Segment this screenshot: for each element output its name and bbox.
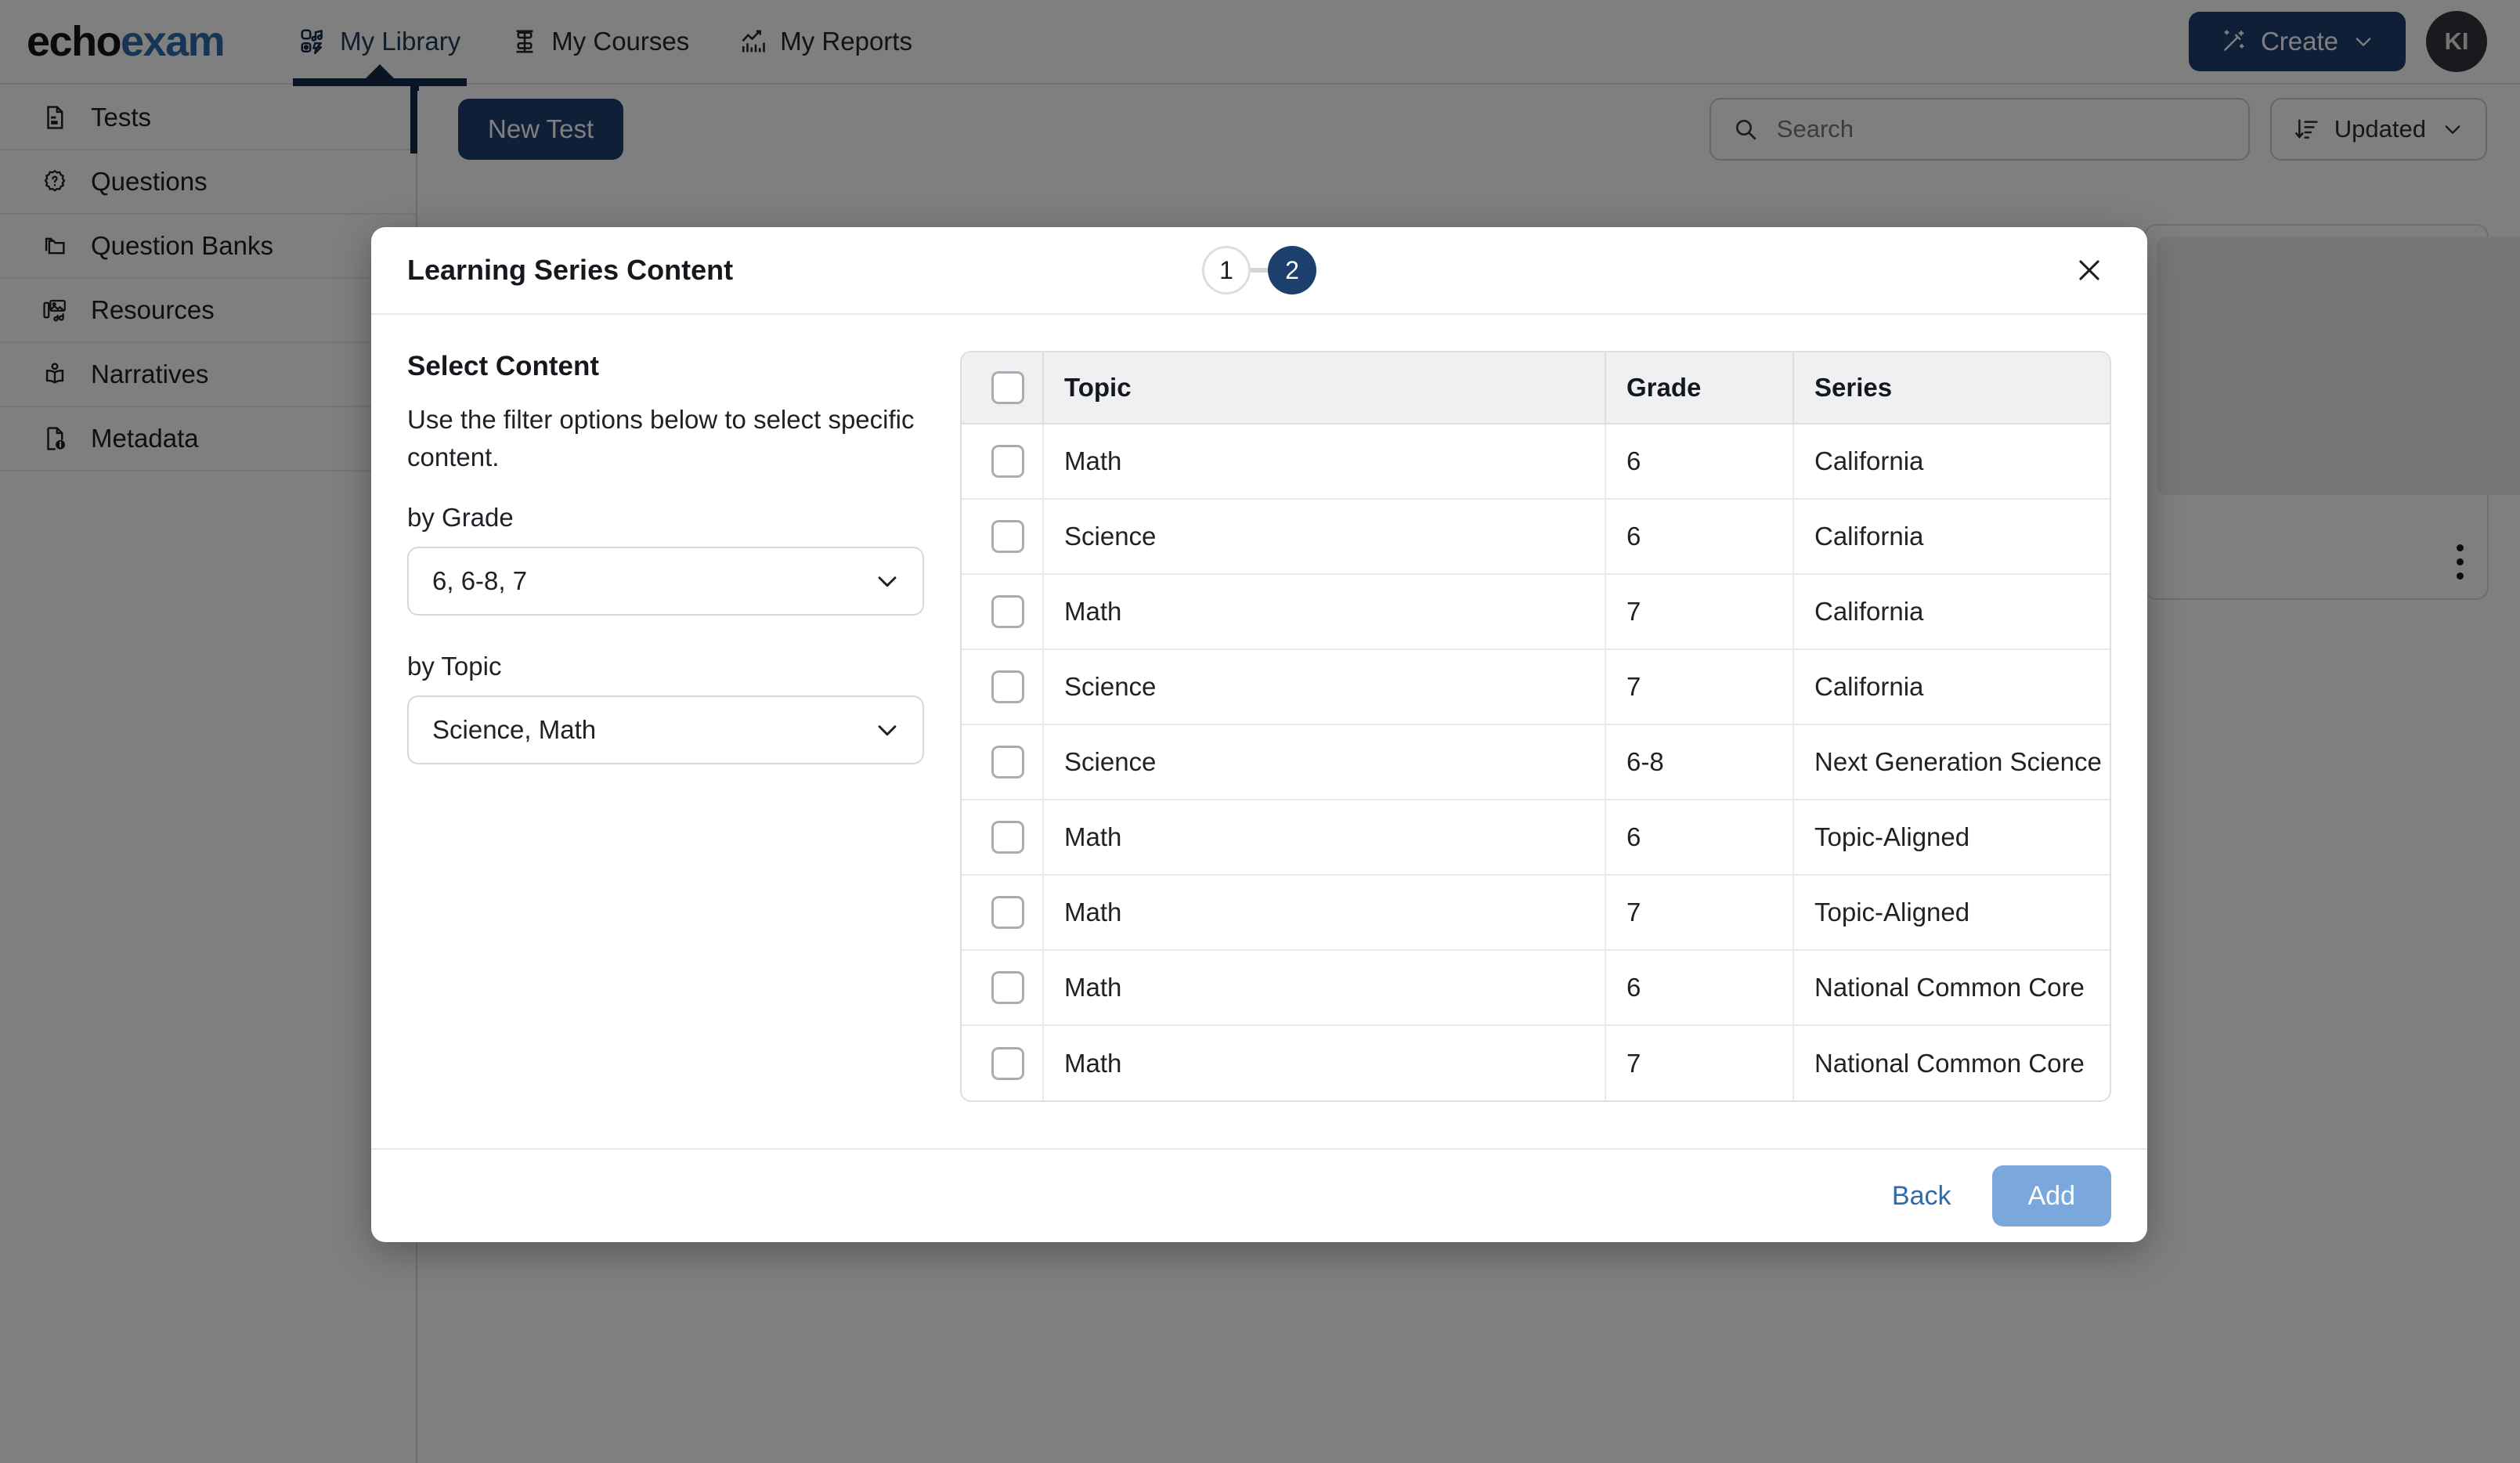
content-table-element: Topic Grade Series Math 6 California Scienc… [962, 352, 2110, 1100]
row-select-cell [962, 649, 1043, 725]
row-checkbox[interactable] [991, 971, 1024, 1004]
cell-series: California [1793, 424, 2110, 500]
cell-topic: Math [1042, 950, 1605, 1026]
row-select-cell [962, 800, 1043, 876]
column-header-topic[interactable]: Topic [1042, 352, 1605, 424]
column-header-series[interactable]: Series [1793, 352, 2110, 424]
cell-series: California [1793, 649, 2110, 725]
topic-filter-label: by Topic [407, 651, 502, 681]
row-select-cell [962, 875, 1043, 951]
cell-series: Topic-Aligned [1793, 800, 2110, 876]
grade-filter-select[interactable]: 6, 6-8, 7 [407, 546, 924, 616]
dialog-header: Learning Series Content 1 2 [371, 227, 2147, 315]
cell-topic: Science [1042, 724, 1605, 800]
cell-topic: Math [1042, 800, 1605, 876]
table-row[interactable]: Science 6-8 Next Generation Science [962, 724, 2110, 800]
cell-topic: Math [1042, 875, 1605, 951]
back-button[interactable]: Back [1878, 1170, 1966, 1223]
cell-grade: 6 [1605, 950, 1793, 1026]
cell-grade: 7 [1605, 574, 1793, 650]
cell-topic: Science [1042, 649, 1605, 725]
step-number: 1 [1219, 255, 1233, 284]
cell-series: California [1793, 574, 2110, 650]
row-checkbox[interactable] [991, 445, 1024, 478]
cell-series: Topic-Aligned [1793, 875, 2110, 951]
row-select-cell [962, 499, 1043, 575]
table-head: Topic Grade Series [962, 352, 2110, 424]
cell-grade: 7 [1605, 1025, 1793, 1100]
cell-topic: Math [1042, 574, 1605, 650]
table-row[interactable]: Math 6 National Common Core [962, 950, 2110, 1026]
table-row[interactable]: Math 7 Topic-Aligned [962, 875, 2110, 951]
table-row[interactable]: Math 7 National Common Core [962, 1025, 2110, 1100]
dialog-title: Learning Series Content [407, 254, 734, 286]
topic-filter-select[interactable]: Science, Math [407, 695, 924, 764]
column-header-grade[interactable]: Grade [1605, 352, 1793, 424]
cell-series: Next Generation Science [1793, 724, 2110, 800]
row-checkbox[interactable] [991, 595, 1024, 628]
dialog-footer: Back Add [371, 1148, 2147, 1242]
step-2[interactable]: 2 [1268, 246, 1316, 294]
cell-grade: 7 [1605, 649, 1793, 725]
dialog-body: Select Content Use the filter options be… [371, 315, 2147, 1148]
filter-panel-description: Use the filter options below to select s… [407, 405, 915, 471]
app-root: echoexam My Library [0, 0, 2520, 1463]
step-1[interactable]: 1 [1202, 246, 1251, 294]
grade-filter-value: 6, 6-8, 7 [432, 565, 528, 595]
table-body: Math 6 California Science 6 California Math 7 Ca… [962, 424, 2110, 1100]
row-checkbox[interactable] [991, 821, 1024, 854]
row-select-cell [962, 574, 1043, 650]
row-checkbox[interactable] [991, 1046, 1024, 1080]
row-select-cell [962, 950, 1043, 1026]
step-number: 2 [1285, 255, 1299, 284]
row-checkbox[interactable] [991, 896, 1024, 929]
cell-topic: Math [1042, 424, 1605, 500]
row-select-cell [962, 724, 1043, 800]
add-button[interactable]: Add [1991, 1165, 2111, 1226]
cell-topic: Math [1042, 1025, 1605, 1100]
table-header-row: Topic Grade Series [962, 352, 2110, 424]
cell-grade: 6 [1605, 424, 1793, 500]
row-checkbox[interactable] [991, 746, 1024, 778]
chevron-down-icon [874, 568, 901, 594]
filter-panel-heading: Select Content [407, 351, 600, 381]
table-row[interactable]: Math 7 California [962, 574, 2110, 650]
select-all-header [962, 352, 1043, 424]
filter-panel: Select Content Use the filter options be… [407, 351, 924, 1140]
cell-series: National Common Core [1793, 950, 2110, 1026]
cell-grade: 6-8 [1605, 724, 1793, 800]
row-select-cell [962, 1025, 1043, 1100]
grade-filter-label: by Grade [407, 502, 514, 532]
learning-series-content-dialog: Learning Series Content 1 2 Select Conte… [371, 227, 2147, 1242]
step-connector [1251, 268, 1268, 273]
content-table: Topic Grade Series Math 6 California Scienc… [960, 351, 2111, 1102]
close-icon[interactable] [2067, 248, 2111, 292]
row-checkbox[interactable] [991, 520, 1024, 553]
cell-series: National Common Core [1793, 1025, 2110, 1100]
table-row[interactable]: Math 6 California [962, 424, 2110, 500]
cell-grade: 6 [1605, 800, 1793, 876]
topic-filter-value: Science, Math [432, 714, 597, 744]
cell-grade: 7 [1605, 875, 1793, 951]
row-select-cell [962, 424, 1043, 500]
table-row[interactable]: Science 7 California [962, 649, 2110, 725]
select-all-checkbox[interactable] [991, 371, 1024, 404]
table-row[interactable]: Math 6 Topic-Aligned [962, 800, 2110, 876]
row-checkbox[interactable] [991, 670, 1024, 703]
cell-grade: 6 [1605, 499, 1793, 575]
cell-series: California [1793, 499, 2110, 575]
table-row[interactable]: Science 6 California [962, 499, 2110, 575]
cell-topic: Science [1042, 499, 1605, 575]
chevron-down-icon [874, 717, 901, 743]
